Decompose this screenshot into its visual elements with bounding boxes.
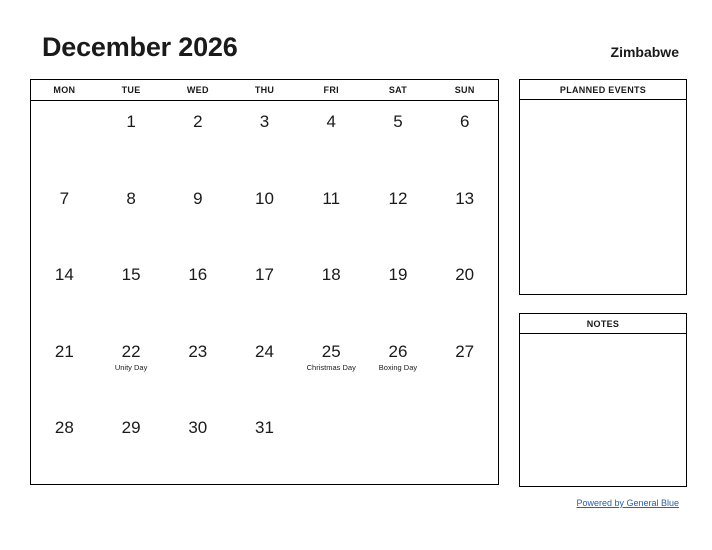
day-cell-5[interactable]: 5 [365,101,432,178]
week-row: 28 29 30 31 [31,407,498,484]
day-cell-21[interactable]: 21 [31,331,98,408]
day-cell-empty [298,407,365,484]
calendar-weeks: 1 2 3 4 5 6 7 8 9 10 11 12 13 14 15 16 17 18 19 20 21 22 Unity… [31,101,498,484]
day-cell-20[interactable]: 20 [431,254,498,331]
day-number: 20 [455,265,475,285]
day-cell-1[interactable]: 1 [98,101,165,178]
day-cell-31[interactable]: 31 [231,407,298,484]
day-cell-empty [431,407,498,484]
week-row: 14 15 16 17 18 19 20 [31,254,498,331]
day-cell-8[interactable]: 8 [98,178,165,255]
day-number: 6 [459,112,470,131]
day-number: 10 [255,188,274,208]
day-cell-3[interactable]: 3 [231,101,298,178]
calendar-grid: MON TUE WED THU FRI SAT SUN 1 2 3 4 5 6 7 8 9 10 11 12 13 1… [30,79,499,485]
weekday-header-wed: WED [186,85,209,95]
planned-events-body[interactable] [520,100,686,294]
day-cell-16[interactable]: 16 [164,254,231,331]
notes-body[interactable] [520,334,686,486]
week-row: 21 22 Unity Day 23 24 25 Christmas Day 26 Boxing… [31,331,498,408]
weekday-header-mon: MON [53,85,76,95]
day-number: 7 [59,188,70,208]
day-cell-6[interactable]: 6 [431,101,498,178]
powered-by-link[interactable]: Powered by General Blue [576,498,679,508]
day-number: 12 [388,188,408,208]
day-number: 21 [54,341,74,361]
day-number: 16 [188,265,208,285]
day-number: 28 [54,418,74,438]
day-number: 9 [193,188,203,208]
page-title: December 2026 [42,32,238,62]
day-event-label: Boxing Day [378,362,418,372]
day-cell-12[interactable]: 12 [365,178,432,255]
planned-events-title: PLANNED EVENTS [520,80,686,100]
day-number: 15 [121,265,141,285]
day-cell-17[interactable]: 17 [231,254,298,331]
day-cell-2[interactable]: 2 [164,101,231,178]
week-row: 1 2 3 4 5 6 [31,101,498,178]
day-cell-9[interactable]: 9 [164,178,231,255]
day-cell-13[interactable]: 13 [431,178,498,255]
day-cell-4[interactable]: 4 [298,101,365,178]
day-number: 14 [54,265,74,285]
day-cell-24[interactable]: 24 [231,331,298,408]
notes-panel: NOTES [519,313,687,487]
country-label: Zimbabwe [610,44,679,60]
day-cell-7[interactable]: 7 [31,178,98,255]
day-number: 17 [255,265,274,285]
planned-events-panel: PLANNED EVENTS [519,79,687,295]
day-cell-29[interactable]: 29 [98,407,165,484]
day-number: 5 [393,112,403,131]
day-cell-23[interactable]: 23 [164,331,231,408]
day-cell-26[interactable]: 26 Boxing Day [365,331,432,408]
day-cell-19[interactable]: 19 [365,254,432,331]
day-number: 29 [121,418,141,438]
day-cell-15[interactable]: 15 [98,254,165,331]
day-event-label: Unity Day [114,362,148,372]
day-cell-11[interactable]: 11 [298,178,365,255]
day-number: 30 [188,418,208,438]
day-cell-25[interactable]: 25 Christmas Day [298,331,365,408]
day-number: 27 [455,341,475,361]
day-cell-22[interactable]: 22 Unity Day [98,331,165,408]
day-number: 22 [121,341,141,361]
day-event-label: Christmas Day [306,362,356,372]
day-cell-10[interactable]: 10 [231,178,298,255]
day-cell-14[interactable]: 14 [31,254,98,331]
weekday-header-tue: TUE [121,85,141,95]
day-number: 24 [255,341,274,361]
day-number: 2 [193,112,203,131]
day-cell-empty [365,407,432,484]
day-number: 1 [126,112,136,131]
day-number: 23 [188,341,208,361]
day-cell-27[interactable]: 27 [431,331,498,408]
day-number: 31 [255,418,274,438]
weekday-header-sat: SAT [388,85,408,95]
day-number: 8 [126,188,136,208]
weekday-header-sun: SUN [454,85,475,95]
week-row: 7 8 9 10 11 12 13 [31,178,498,255]
day-cell-28[interactable]: 28 [31,407,98,484]
day-number: 18 [321,265,341,285]
weekday-header-thu: THU [254,85,275,95]
day-number: 3 [259,112,270,131]
weekday-header-row: MON TUE WED THU FRI SAT SUN [31,80,498,101]
day-number: 11 [322,188,341,208]
day-cell-18[interactable]: 18 [298,254,365,331]
day-number: 13 [455,188,475,208]
day-number: 25 [321,341,341,361]
day-cell-30[interactable]: 30 [164,407,231,484]
day-number: 19 [388,265,408,285]
notes-title: NOTES [520,314,686,334]
day-cell-empty [31,101,98,178]
day-number: 4 [326,112,336,131]
weekday-header-fri: FRI [323,85,339,95]
day-number: 26 [388,341,408,361]
